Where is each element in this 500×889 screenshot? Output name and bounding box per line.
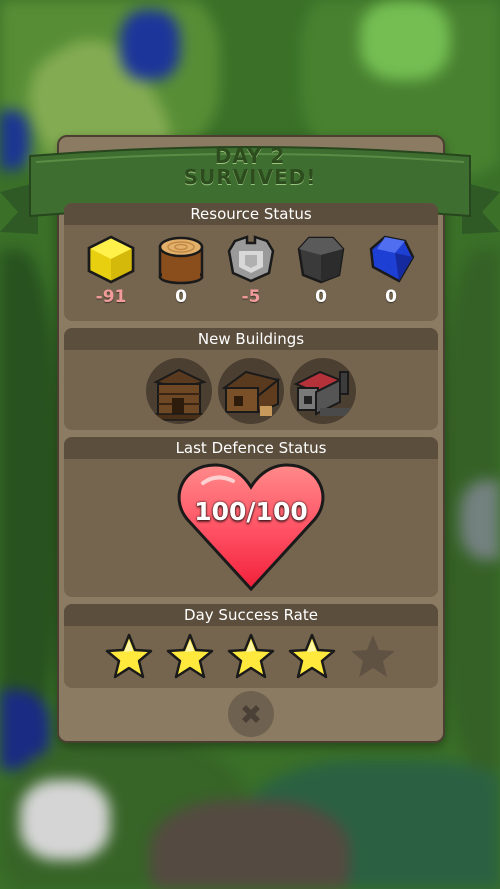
wooden-tower-icon [151, 368, 207, 421]
stone-block-icon [227, 235, 275, 283]
wood-log-icon [158, 236, 204, 285]
resource-gem: 0 [361, 233, 421, 307]
resource-status-section: Resource Status -91 0 -5 0 0 [64, 203, 438, 321]
new-buildings-heading: New Buildings [64, 328, 438, 350]
star-filled-icon [165, 632, 215, 686]
resource-status-heading: Resource Status [64, 203, 438, 225]
close-x-icon [242, 705, 260, 723]
blue-gem-icon [369, 235, 415, 283]
close-button[interactable] [228, 691, 274, 737]
resource-iron-value: 0 [315, 287, 327, 307]
resource-wood-value: 0 [175, 287, 187, 307]
gold-cube-icon [87, 235, 135, 284]
new-building-3[interactable] [290, 358, 356, 424]
banner-survived-text: SURVIVED! [183, 165, 317, 189]
day-success-heading: Day Success Rate [64, 604, 438, 626]
resource-stone-value: -5 [241, 287, 261, 307]
resource-gold: -91 [81, 233, 141, 307]
star-empty-icon [348, 632, 398, 686]
iron-block-icon [297, 236, 345, 284]
resource-wood: 0 [151, 233, 211, 307]
resource-gold-value: -91 [95, 287, 127, 307]
resource-iron: 0 [291, 233, 351, 307]
last-defence-heading: Last Defence Status [64, 437, 438, 459]
last-defence-section: Last Defence Status 100/100 [64, 437, 438, 597]
banner-day-text: DAY 2 [214, 144, 286, 168]
star-filled-icon [104, 632, 154, 686]
wooden-hut-icon [221, 370, 281, 416]
stone-forge-icon [293, 370, 350, 416]
new-building-1[interactable] [146, 358, 212, 424]
heart-health-icon [177, 463, 325, 592]
banner-title: DAY 2 SURVIVED! [150, 146, 350, 188]
new-building-2[interactable] [218, 358, 284, 424]
star-filled-icon [226, 632, 276, 686]
new-buildings-section: New Buildings [64, 328, 438, 430]
defence-health-text: 100/100 [194, 497, 308, 526]
resource-stone: -5 [221, 233, 281, 307]
star-filled-icon [287, 632, 337, 686]
resource-gem-value: 0 [385, 287, 397, 307]
day-success-section: Day Success Rate [64, 604, 438, 688]
